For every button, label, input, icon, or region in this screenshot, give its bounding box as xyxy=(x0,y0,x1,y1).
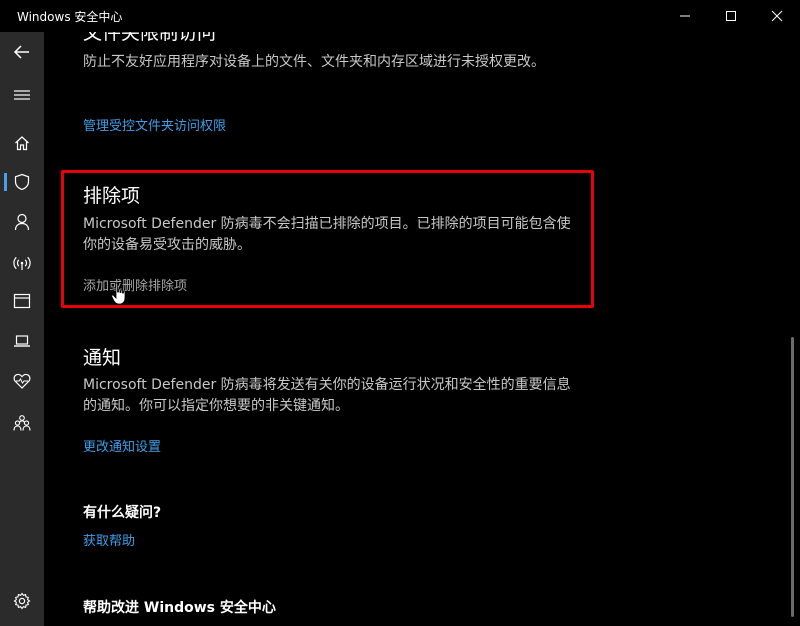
vertical-scrollbar[interactable] xyxy=(786,32,800,626)
sidebar-item-home[interactable] xyxy=(0,123,44,163)
hamburger-menu-button[interactable] xyxy=(0,75,44,115)
gear-icon xyxy=(13,592,31,610)
maximize-button[interactable] xyxy=(708,0,754,32)
close-button[interactable] xyxy=(754,0,800,32)
section-title-notifications: 通知 xyxy=(83,347,122,369)
main-content: 文件夹限制访问 防止不友好应用程序对设备上的文件、文件夹和内存区域进行未授权更改… xyxy=(44,32,786,626)
family-icon xyxy=(13,415,31,431)
get-help-link[interactable]: 获取帮助 xyxy=(83,530,135,549)
sidebar-item-device-security[interactable] xyxy=(0,321,44,361)
highlight-box xyxy=(61,170,594,308)
laptop-icon xyxy=(14,335,30,347)
hamburger-menu-icon xyxy=(14,90,30,100)
sidebar xyxy=(0,32,44,626)
person-icon xyxy=(14,213,30,231)
minimize-icon xyxy=(680,15,690,17)
section-title-controlled-folder: 文件夹限制访问 xyxy=(83,32,217,44)
questions-title: 有什么疑问? xyxy=(83,505,162,521)
app-browser-icon xyxy=(13,293,31,309)
close-icon xyxy=(771,10,783,22)
sidebar-item-family[interactable] xyxy=(0,403,44,443)
hand-cursor-icon xyxy=(111,282,126,305)
sidebar-item-account[interactable] xyxy=(0,202,44,242)
window-title: Windows 安全中心 xyxy=(17,10,123,24)
home-icon xyxy=(15,136,29,151)
health-heart-icon xyxy=(13,373,31,389)
back-button[interactable] xyxy=(0,32,44,72)
sidebar-item-settings[interactable] xyxy=(0,581,44,621)
wireless-icon xyxy=(13,256,31,270)
sidebar-item-app-browser[interactable] xyxy=(0,281,44,321)
section-desc-controlled-folder: 防止不友好应用程序对设备上的文件、文件夹和内存区域进行未授权更改。 xyxy=(83,54,545,70)
sidebar-item-device-health[interactable] xyxy=(0,361,44,401)
section-desc-notifications: Microsoft Defender 防病毒将发送有关你的设备运行状况和安全性的… xyxy=(83,377,571,414)
manage-controlled-folder-link[interactable]: 管理受控文件夹访问权限 xyxy=(83,115,226,134)
back-icon xyxy=(13,45,29,59)
title-bar: Windows 安全中心 xyxy=(0,0,800,32)
scrollbar-thumb[interactable] xyxy=(791,337,794,617)
sidebar-item-firewall[interactable] xyxy=(0,243,44,283)
minimize-button[interactable] xyxy=(662,0,708,32)
maximize-icon xyxy=(726,11,736,21)
change-notification-settings-link[interactable]: 更改通知设置 xyxy=(83,436,161,455)
improve-title: 帮助改进 Windows 安全中心 xyxy=(83,600,276,616)
shield-icon xyxy=(14,173,30,191)
sidebar-item-virus-protection[interactable] xyxy=(0,162,44,202)
